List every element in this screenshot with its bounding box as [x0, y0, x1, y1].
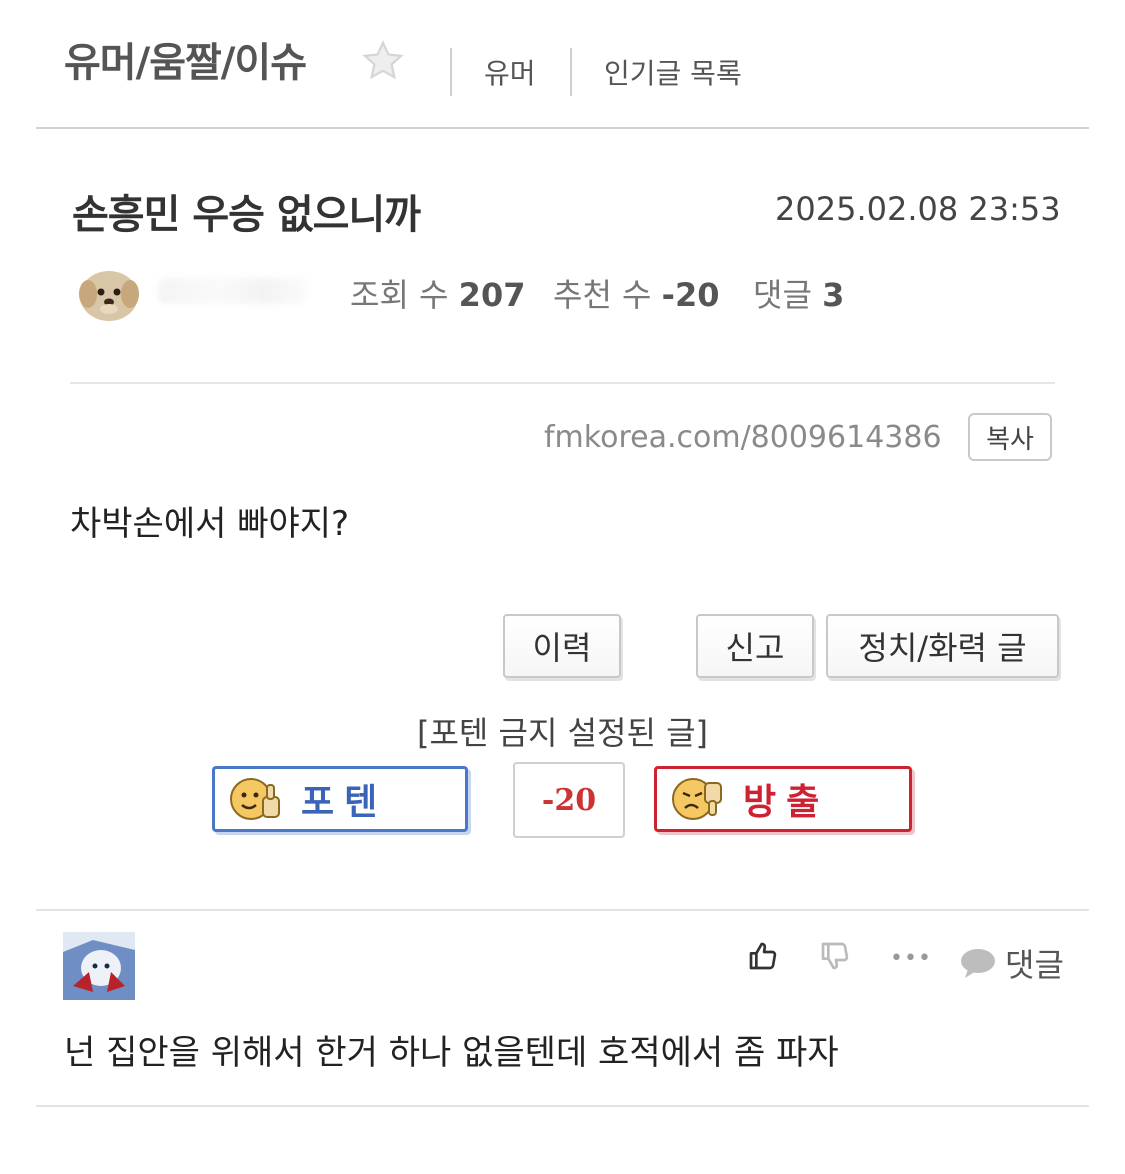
nav-link-popular-list[interactable]: 인기글 목록 [604, 52, 742, 92]
vote-score: -20 [513, 762, 625, 838]
view-count: 조회 수 207 [350, 276, 526, 314]
meta-divider-line [70, 382, 1055, 384]
post-title: 손흥민 우승 없으니까 [72, 192, 421, 238]
recommend-count: 추천 수 -20 [553, 276, 720, 314]
comment-more-button[interactable]: ••• [890, 946, 932, 971]
potten-disabled-notice: [포텐 금지 설정된 글] [416, 714, 708, 752]
commenter-avatar[interactable] [63, 932, 135, 1000]
comment-count: 댓글 3 [753, 276, 845, 314]
comment-like-button[interactable] [747, 940, 779, 972]
banish-label: 방출 [743, 782, 830, 823]
political-post-button[interactable]: 정치/화력 글 [826, 614, 1059, 678]
report-button[interactable]: 신고 [696, 614, 814, 678]
potten-upvote-button[interactable]: 포텐 [212, 766, 468, 832]
comment-reply-button[interactable]: 댓글 [959, 940, 1064, 986]
header-divider [570, 48, 572, 96]
author-avatar[interactable] [78, 266, 140, 322]
post-url[interactable]: fmkorea.com/8009614386 [544, 420, 942, 455]
post-body: 차박손에서 빠야지? [70, 504, 350, 544]
header-divider-line [36, 127, 1089, 129]
copy-url-button[interactable]: 복사 [968, 413, 1052, 461]
thumbs-down-icon [821, 942, 849, 970]
comment-text: 넌 집안을 위해서 한거 하나 없을텐데 호적에서 좀 파자 [64, 1033, 839, 1073]
reply-label: 댓글 [1005, 946, 1064, 984]
history-button[interactable]: 이력 [503, 614, 621, 678]
header-divider [450, 48, 452, 96]
comment-dislike-button[interactable] [819, 940, 851, 972]
potten-label: 포텐 [301, 782, 388, 823]
favorite-star-icon[interactable] [360, 38, 406, 84]
speech-bubble-icon [961, 949, 995, 978]
banish-downvote-button[interactable]: 방출 [654, 766, 912, 832]
post-date: 2025.02.08 23:53 [775, 190, 1061, 228]
comment-divider-line [36, 909, 1089, 911]
thumbs-up-icon [749, 942, 777, 970]
thumbs-down-emoji-icon [672, 778, 722, 820]
board-title[interactable]: 유머/움짤/이슈 [64, 30, 307, 88]
nav-link-humor[interactable]: 유머 [484, 52, 536, 92]
comment-bottom-divider [36, 1105, 1089, 1107]
thumbs-up-emoji-icon [230, 778, 280, 820]
author-name-redacted[interactable] [158, 278, 308, 304]
